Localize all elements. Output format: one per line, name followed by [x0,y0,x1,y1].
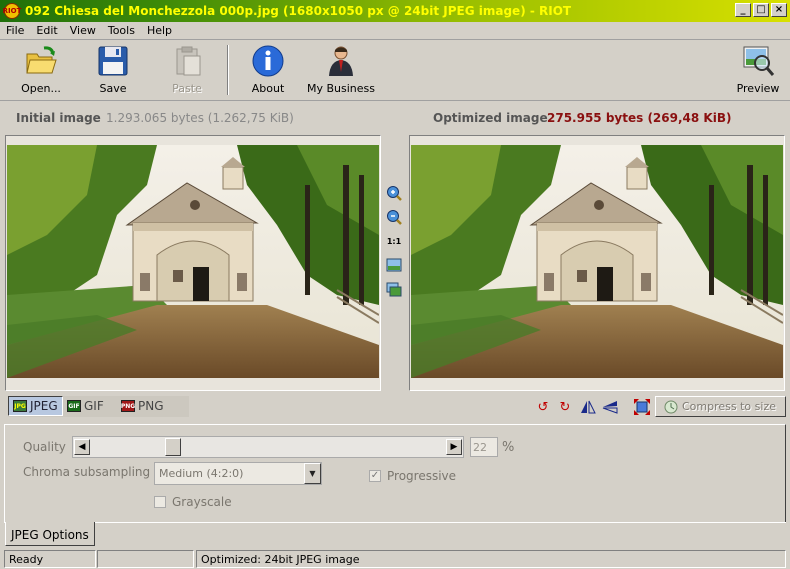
rotate-left-icon[interactable]: ↺ [535,399,551,415]
menu-tools[interactable]: Tools [102,24,141,37]
quality-slider-thumb[interactable] [165,438,182,456]
minimize-button[interactable]: _ [735,3,751,17]
paste-button[interactable]: Paste [164,44,210,98]
tab-png-label: PNG [138,399,164,413]
jpeg-options-panel: Quality ◀ ▶ 22 % Chroma subsampling Medi… [4,424,786,523]
toolbar: Open... Save Paste About My Business Pre… [0,41,790,101]
quality-unit: % [502,440,515,455]
grayscale-label: Grayscale [172,495,232,509]
preview-button[interactable]: Preview [734,44,782,98]
status-bar: Ready Optimized: 24bit JPEG image [0,549,790,569]
initial-image-pane[interactable] [5,135,381,391]
flip-horizontal-icon[interactable] [580,399,596,415]
fit-image-icon[interactable] [386,257,402,273]
initial-image-photo [7,145,379,378]
chroma-subsampling-value: Medium (4:2:0) [159,467,244,480]
initial-image-label: Initial image [16,111,101,125]
preview-magnifier-icon [741,44,775,78]
paste-label: Paste [172,82,202,95]
status-middle [97,550,194,568]
menu-help[interactable]: Help [141,24,178,37]
my-business-label: My Business [306,82,375,95]
rotate-right-icon[interactable]: ↻ [557,399,573,415]
zoom-out-icon[interactable] [386,209,402,225]
progressive-checkbox[interactable]: ✓ [369,470,381,482]
menu-bar: File Edit View Tools Help [0,22,790,40]
menu-view[interactable]: View [64,24,102,37]
optimized-image-pane[interactable] [409,135,785,391]
tab-divider [95,522,786,523]
quality-slider[interactable]: ◀ ▶ [72,436,464,458]
chroma-subsampling-select[interactable]: Medium (4:2:0) ▼ [154,462,322,485]
grayscale-checkbox[interactable] [154,496,166,508]
tab-png[interactable]: PNG PNG [117,396,168,416]
open-button[interactable]: Open... [14,44,68,98]
riot-app-icon[interactable]: RIOT [3,3,21,19]
image-info-row: Initial image 1.293.065 bytes (1.262,75 … [0,104,790,134]
maximize-button[interactable]: □ [753,3,769,17]
tab-gif[interactable]: GIF GIF [63,396,108,416]
flip-vertical-icon[interactable] [602,399,618,415]
progressive-label: Progressive [387,469,457,483]
about-label: About [251,82,285,95]
info-icon [251,44,285,78]
compress-to-size-button[interactable]: Compress to size [655,396,786,417]
jpeg-icon: JPG [13,400,27,412]
menu-edit[interactable]: Edit [30,24,63,37]
toolbar-separator [227,45,229,95]
status-state: Ready [4,550,96,568]
quality-value-input[interactable]: 22 [470,437,498,457]
quality-label: Quality [23,440,66,454]
tab-jpeg-label: JPEG [30,399,58,413]
my-business-button[interactable]: My Business [304,44,378,98]
tab-jpeg-options[interactable]: JPEG Options [5,522,95,546]
businessman-icon [324,44,358,78]
paste-icon [170,44,204,78]
optimized-image-size: 275.955 bytes (269,48 KiB) [547,111,732,125]
compress-icon [664,400,678,413]
slider-right-arrow-icon[interactable]: ▶ [446,439,462,455]
tab-jpeg[interactable]: JPG JPEG [8,396,63,416]
close-button[interactable]: × [771,3,787,17]
png-icon: PNG [121,400,135,412]
zoom-tools: 1:1 [386,185,404,305]
window-title: 092 Chiesa del Monchezzola 000p.jpg (168… [25,4,572,18]
open-label: Open... [21,82,61,95]
status-detail: Optimized: 24bit JPEG image [196,550,786,568]
floppy-disk-icon [96,44,130,78]
gif-icon: GIF [67,400,81,412]
save-label: Save [99,82,127,95]
preview-label: Preview [736,82,780,95]
zoom-in-icon[interactable] [386,185,402,201]
format-toolbar: JPG JPEG GIF GIF PNG PNG ↺ ↻ Compress to… [0,395,790,419]
menu-file[interactable]: File [0,24,30,37]
title-bar: RIOT 092 Chiesa del Monchezzola 000p.jpg… [0,0,790,22]
compare-view-icon[interactable] [386,281,402,297]
folder-open-icon [24,44,58,78]
actual-size-button[interactable]: 1:1 [386,233,402,249]
tab-gif-label: GIF [84,399,104,413]
slider-left-arrow-icon[interactable]: ◀ [74,439,90,455]
dropdown-arrow-icon[interactable]: ▼ [304,463,321,484]
save-button[interactable]: Save [90,44,136,98]
optimized-image-label: Optimized image [433,111,548,125]
about-button[interactable]: About [246,44,290,98]
resize-icon[interactable] [634,399,650,415]
initial-image-size: 1.293.065 bytes (1.262,75 KiB) [106,111,294,125]
optimized-image-photo [411,145,783,378]
compress-label: Compress to size [682,400,776,413]
chroma-subsampling-label: Chroma subsampling [23,465,151,479]
